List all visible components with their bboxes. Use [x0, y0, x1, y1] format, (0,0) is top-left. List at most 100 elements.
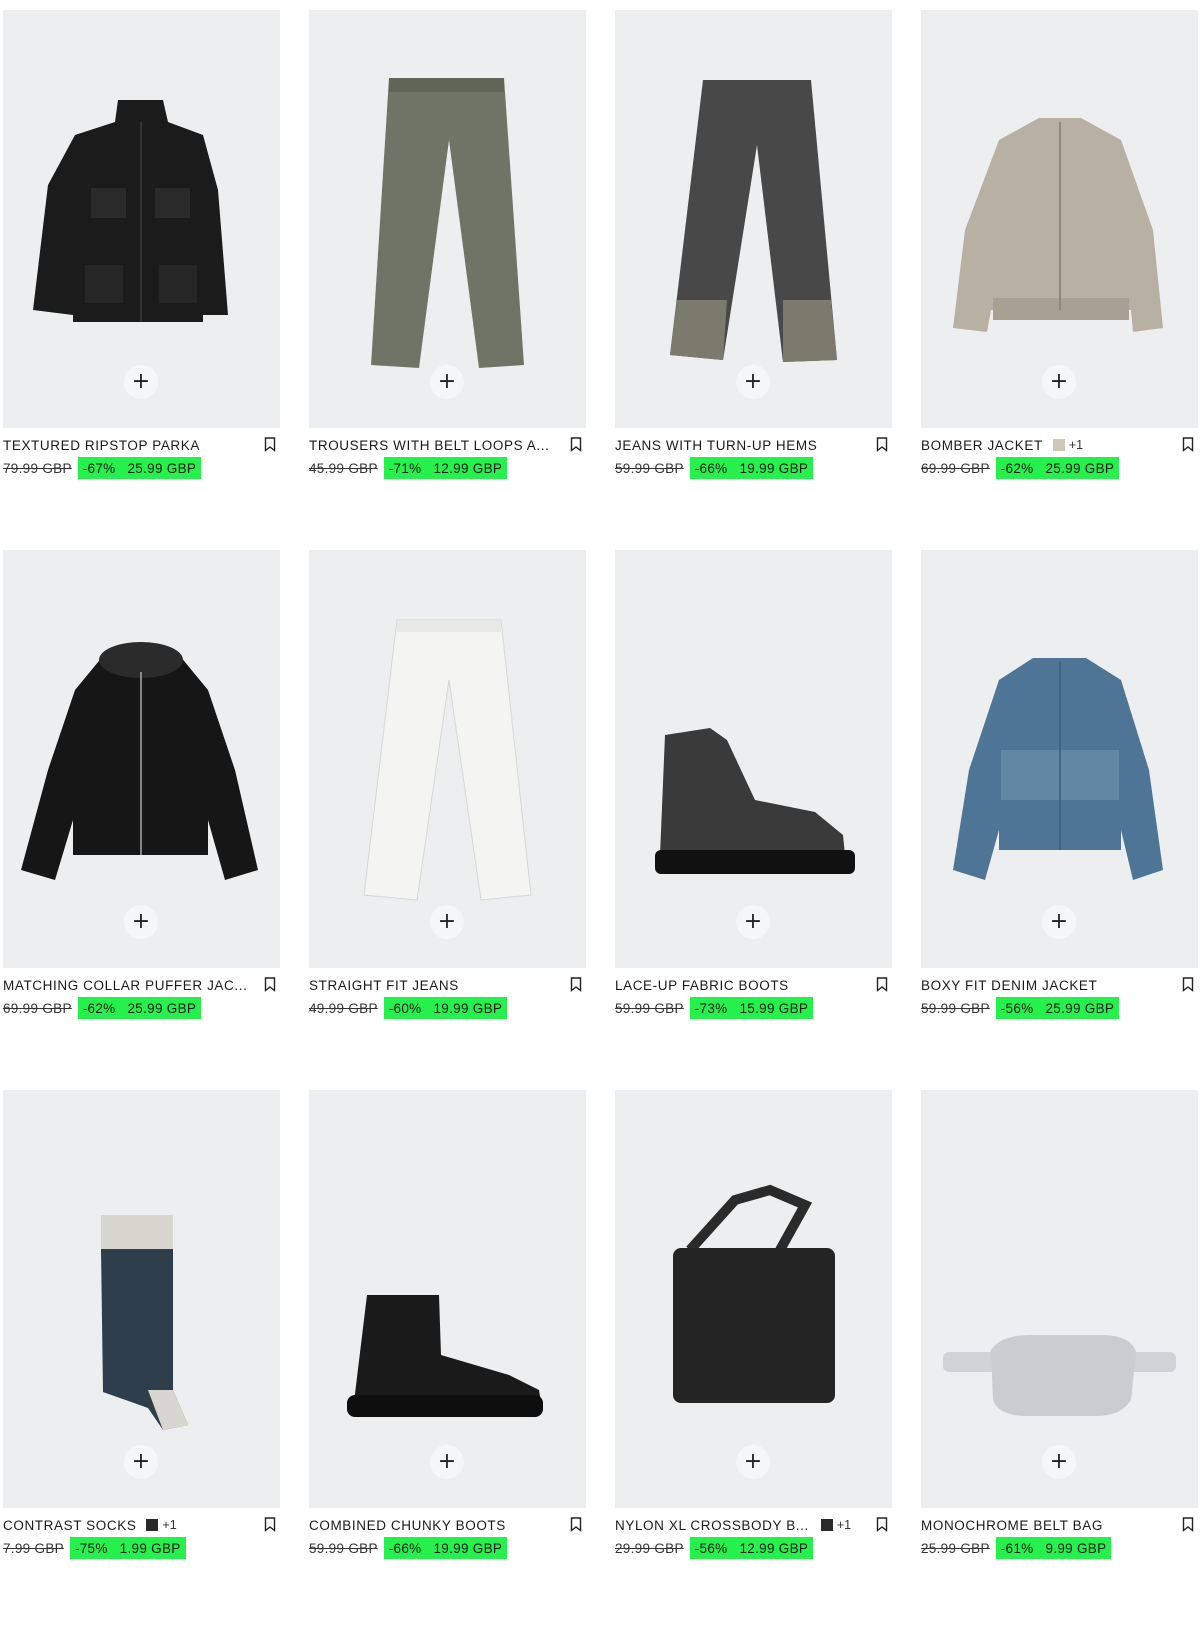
product-image[interactable]: + [615, 1090, 892, 1508]
sale-price: 12.99 GBP [433, 460, 503, 476]
product-name[interactable]: BOMBER JACKET [921, 438, 1043, 453]
add-to-cart-button[interactable]: + [1042, 1445, 1076, 1479]
product-card[interactable]: + COMBINED CHUNKY BOOTS 59.99 GBP -66% 19… [309, 1090, 586, 1630]
original-price: 7.99 GBP [3, 1540, 64, 1556]
product-name[interactable]: COMBINED CHUNKY BOOTS [309, 1518, 506, 1533]
product-name[interactable]: LACE-UP FABRIC BOOTS [615, 978, 789, 993]
product-name[interactable]: CONTRAST SOCKS [3, 1518, 136, 1533]
product-image[interactable]: + [309, 10, 586, 428]
price: 25.99 GBP -61% 9.99 GBP [921, 1537, 1198, 1559]
bookmark-icon[interactable] [570, 977, 582, 992]
product-card[interactable]: + BOMBER JACKET +1 69.99 GBP -62% 25.99 G… [921, 10, 1198, 550]
sale-badge: -66% 19.99 GBP [383, 1537, 508, 1559]
sale-badge: -61% 9.99 GBP [995, 1537, 1112, 1559]
sale-price: 25.99 GBP [1045, 1000, 1115, 1016]
product-image[interactable]: + [3, 10, 280, 428]
discount-percent: -56% [1000, 1000, 1034, 1016]
original-price: 29.99 GBP [615, 1540, 684, 1556]
product-name[interactable]: TROUSERS WITH BELT LOOPS A... [309, 438, 549, 453]
price: 7.99 GBP -75% 1.99 GBP [3, 1537, 280, 1559]
original-price: 45.99 GBP [309, 460, 378, 476]
product-name[interactable]: TEXTURED RIPSTOP PARKA [3, 438, 200, 453]
original-price: 59.99 GBP [615, 1000, 684, 1016]
more-colors-count[interactable]: +1 [162, 1518, 176, 1532]
product-image[interactable]: + [921, 550, 1198, 968]
bookmark-icon[interactable] [264, 437, 276, 452]
sale-price: 25.99 GBP [127, 460, 197, 476]
product-name[interactable]: BOXY FIT DENIM JACKET [921, 978, 1097, 993]
product-name[interactable]: JEANS WITH TURN-UP HEMS [615, 438, 817, 453]
original-price: 59.99 GBP [309, 1540, 378, 1556]
sale-price: 15.99 GBP [739, 1000, 809, 1016]
bookmark-icon[interactable] [1182, 437, 1194, 452]
product-card[interactable]: + TEXTURED RIPSTOP PARKA 79.99 GBP -67% 2… [3, 10, 280, 550]
bookmark-icon[interactable] [876, 1517, 888, 1532]
more-colors-count[interactable]: +1 [837, 1518, 851, 1532]
more-colors-count[interactable]: +1 [1069, 438, 1083, 452]
product-image[interactable]: + [921, 10, 1198, 428]
product-card[interactable]: + MONOCHROME BELT BAG 25.99 GBP -61% 9.99… [921, 1090, 1198, 1630]
color-swatch[interactable] [146, 1519, 159, 1531]
original-price: 69.99 GBP [3, 1000, 72, 1016]
discount-percent: -67% [82, 460, 116, 476]
bookmark-icon[interactable] [570, 437, 582, 452]
discount-percent: -71% [388, 460, 422, 476]
discount-percent: -66% [694, 460, 728, 476]
add-to-cart-button[interactable]: + [430, 365, 464, 399]
discount-percent: -62% [1000, 460, 1034, 476]
product-name[interactable]: NYLON XL CROSSBODY B... [615, 1518, 809, 1533]
price: 69.99 GBP -62% 25.99 GBP [921, 457, 1198, 479]
add-to-cart-button[interactable]: + [124, 905, 158, 939]
add-to-cart-button[interactable]: + [736, 1445, 770, 1479]
sale-badge: -62% 25.99 GBP [995, 457, 1120, 479]
sale-badge: -73% 15.99 GBP [689, 997, 814, 1019]
sale-badge: -75% 1.99 GBP [69, 1537, 186, 1559]
sale-badge: -71% 12.99 GBP [383, 457, 508, 479]
color-swatch[interactable] [820, 1519, 833, 1531]
product-card[interactable]: + LACE-UP FABRIC BOOTS 59.99 GBP -73% 15.… [615, 550, 892, 1090]
product-image[interactable]: + [3, 550, 280, 968]
product-image[interactable]: + [3, 1090, 280, 1508]
bookmark-icon[interactable] [570, 1517, 582, 1532]
add-to-cart-button[interactable]: + [736, 905, 770, 939]
add-to-cart-button[interactable]: + [124, 365, 158, 399]
add-to-cart-button[interactable]: + [1042, 905, 1076, 939]
add-to-cart-button[interactable]: + [1042, 365, 1076, 399]
product-name[interactable]: MATCHING COLLAR PUFFER JAC... [3, 978, 247, 993]
sale-badge: -62% 25.99 GBP [77, 997, 202, 1019]
product-card[interactable]: + JEANS WITH TURN-UP HEMS 59.99 GBP -66%… [615, 10, 892, 550]
discount-percent: -75% [74, 1540, 108, 1556]
bookmark-icon[interactable] [264, 1517, 276, 1532]
price: 29.99 GBP -56% 12.99 GBP [615, 1537, 892, 1559]
price: 59.99 GBP -66% 19.99 GBP [615, 457, 892, 479]
product-image[interactable]: + [615, 550, 892, 968]
product-card[interactable]: + MATCHING COLLAR PUFFER JAC... 69.99 GB… [3, 550, 280, 1090]
product-name[interactable]: STRAIGHT FIT JEANS [309, 978, 459, 993]
bookmark-icon[interactable] [876, 977, 888, 992]
product-image[interactable]: + [309, 550, 586, 968]
discount-percent: -66% [388, 1540, 422, 1556]
product-card[interactable]: + STRAIGHT FIT JEANS 49.99 GBP -60% 19.99… [309, 550, 586, 1090]
product-card[interactable]: + BOXY FIT DENIM JACKET 59.99 GBP -56% 25… [921, 550, 1198, 1090]
product-image[interactable]: + [921, 1090, 1198, 1508]
product-card[interactable]: + NYLON XL CROSSBODY B... +1 29.99 GBP -… [615, 1090, 892, 1630]
bookmark-icon[interactable] [264, 977, 276, 992]
product-card[interactable]: + CONTRAST SOCKS +1 7.99 GBP -75% 1.99 GB… [3, 1090, 280, 1630]
product-image[interactable]: + [615, 10, 892, 428]
product-name[interactable]: MONOCHROME BELT BAG [921, 1518, 1103, 1533]
color-swatch[interactable] [1052, 439, 1065, 451]
bookmark-icon[interactable] [1182, 1517, 1194, 1532]
add-to-cart-button[interactable]: + [430, 905, 464, 939]
product-grid: + TEXTURED RIPSTOP PARKA 79.99 GBP -67% 2… [3, 10, 1198, 1630]
product-card[interactable]: + TROUSERS WITH BELT LOOPS A... 45.99 GB… [309, 10, 586, 550]
add-to-cart-button[interactable]: + [124, 1445, 158, 1479]
discount-percent: -61% [1000, 1540, 1034, 1556]
product-image[interactable]: + [309, 1090, 586, 1508]
bookmark-icon[interactable] [1182, 977, 1194, 992]
add-to-cart-button[interactable]: + [430, 1445, 464, 1479]
sale-price: 1.99 GBP [119, 1540, 181, 1556]
add-to-cart-button[interactable]: + [736, 365, 770, 399]
sale-badge: -56% 12.99 GBP [689, 1537, 814, 1559]
price: 49.99 GBP -60% 19.99 GBP [309, 997, 586, 1019]
bookmark-icon[interactable] [876, 437, 888, 452]
